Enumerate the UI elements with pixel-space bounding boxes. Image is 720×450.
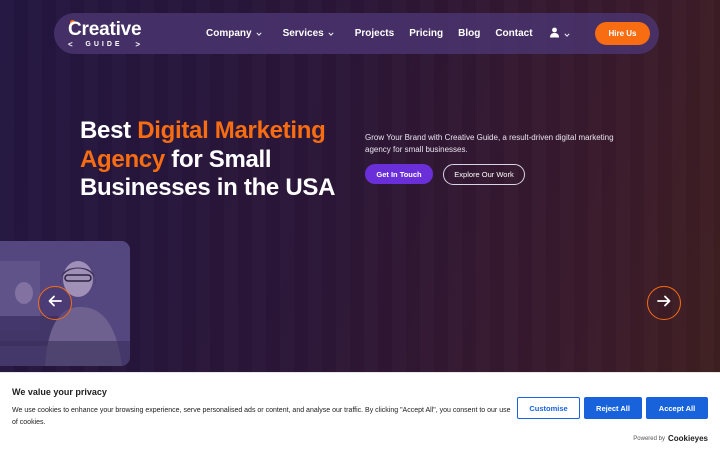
logo-wordmark: Creative	[68, 19, 142, 40]
hero-description: Grow Your Brand with Creative Guide, a r…	[365, 133, 614, 154]
logo-bracket-right: >	[135, 40, 140, 49]
slider-next-button[interactable]	[647, 286, 681, 320]
nav-item-pricing[interactable]: Pricing	[409, 28, 443, 39]
navbar: Creative < GUIDE > Company Services Proj…	[54, 13, 659, 54]
nav-links: Company Services Projects Pricing Blog C…	[206, 13, 533, 54]
chevron-down-icon	[564, 25, 570, 43]
nav-item-blog[interactable]: Blog	[458, 28, 480, 39]
nav-item-services[interactable]: Services	[283, 28, 334, 39]
nav-item-label: Projects	[354, 28, 395, 39]
powered-by[interactable]: Powered by Cookieyes	[633, 434, 708, 443]
get-in-touch-button[interactable]: Get In Touch	[365, 164, 433, 184]
chevron-down-icon	[256, 31, 262, 37]
hero-title: Best Digital Marketing Agency for Small …	[80, 117, 360, 203]
cookie-title: We value your privacy	[12, 387, 107, 397]
slider-prev-button[interactable]	[38, 286, 72, 320]
chevron-down-icon	[328, 31, 334, 37]
customise-button[interactable]: Customise	[517, 397, 580, 419]
nav-item-contact[interactable]: Contact	[495, 28, 532, 39]
nav-item-label: Pricing	[409, 28, 444, 39]
cookieyes-logo: Cookieyes	[667, 434, 708, 443]
nav-item-label: Blog	[458, 28, 481, 39]
arrow-right-icon	[657, 294, 671, 312]
hire-us-button[interactable]: Hire Us	[595, 22, 650, 45]
arrow-left-icon	[48, 294, 62, 312]
powered-by-label: Powered by	[633, 435, 665, 442]
cookie-text: We use cookies to enhance your browsing …	[12, 407, 511, 426]
logo-bracket-left: <	[68, 40, 73, 49]
hero-title-part1: Best	[80, 117, 138, 144]
logo-subtitle: < GUIDE >	[68, 40, 140, 49]
nav-item-projects[interactable]: Projects	[355, 28, 394, 39]
user-icon	[549, 25, 560, 43]
logo-subtitle-text: GUIDE	[85, 41, 123, 48]
cookie-banner: We value your privacy We use cookies to …	[0, 372, 720, 450]
reject-all-button[interactable]: Reject All	[584, 397, 642, 419]
accept-all-button[interactable]: Accept All	[646, 397, 708, 419]
explore-our-work-button[interactable]: Explore Our Work	[443, 164, 525, 185]
nav-item-label: Services	[282, 28, 324, 39]
user-menu[interactable]	[549, 27, 573, 41]
logo[interactable]: Creative < GUIDE >	[68, 19, 148, 49]
nav-item-label: Contact	[495, 28, 533, 39]
nav-item-company[interactable]: Company	[206, 28, 262, 39]
nav-item-label: Company	[206, 28, 252, 39]
